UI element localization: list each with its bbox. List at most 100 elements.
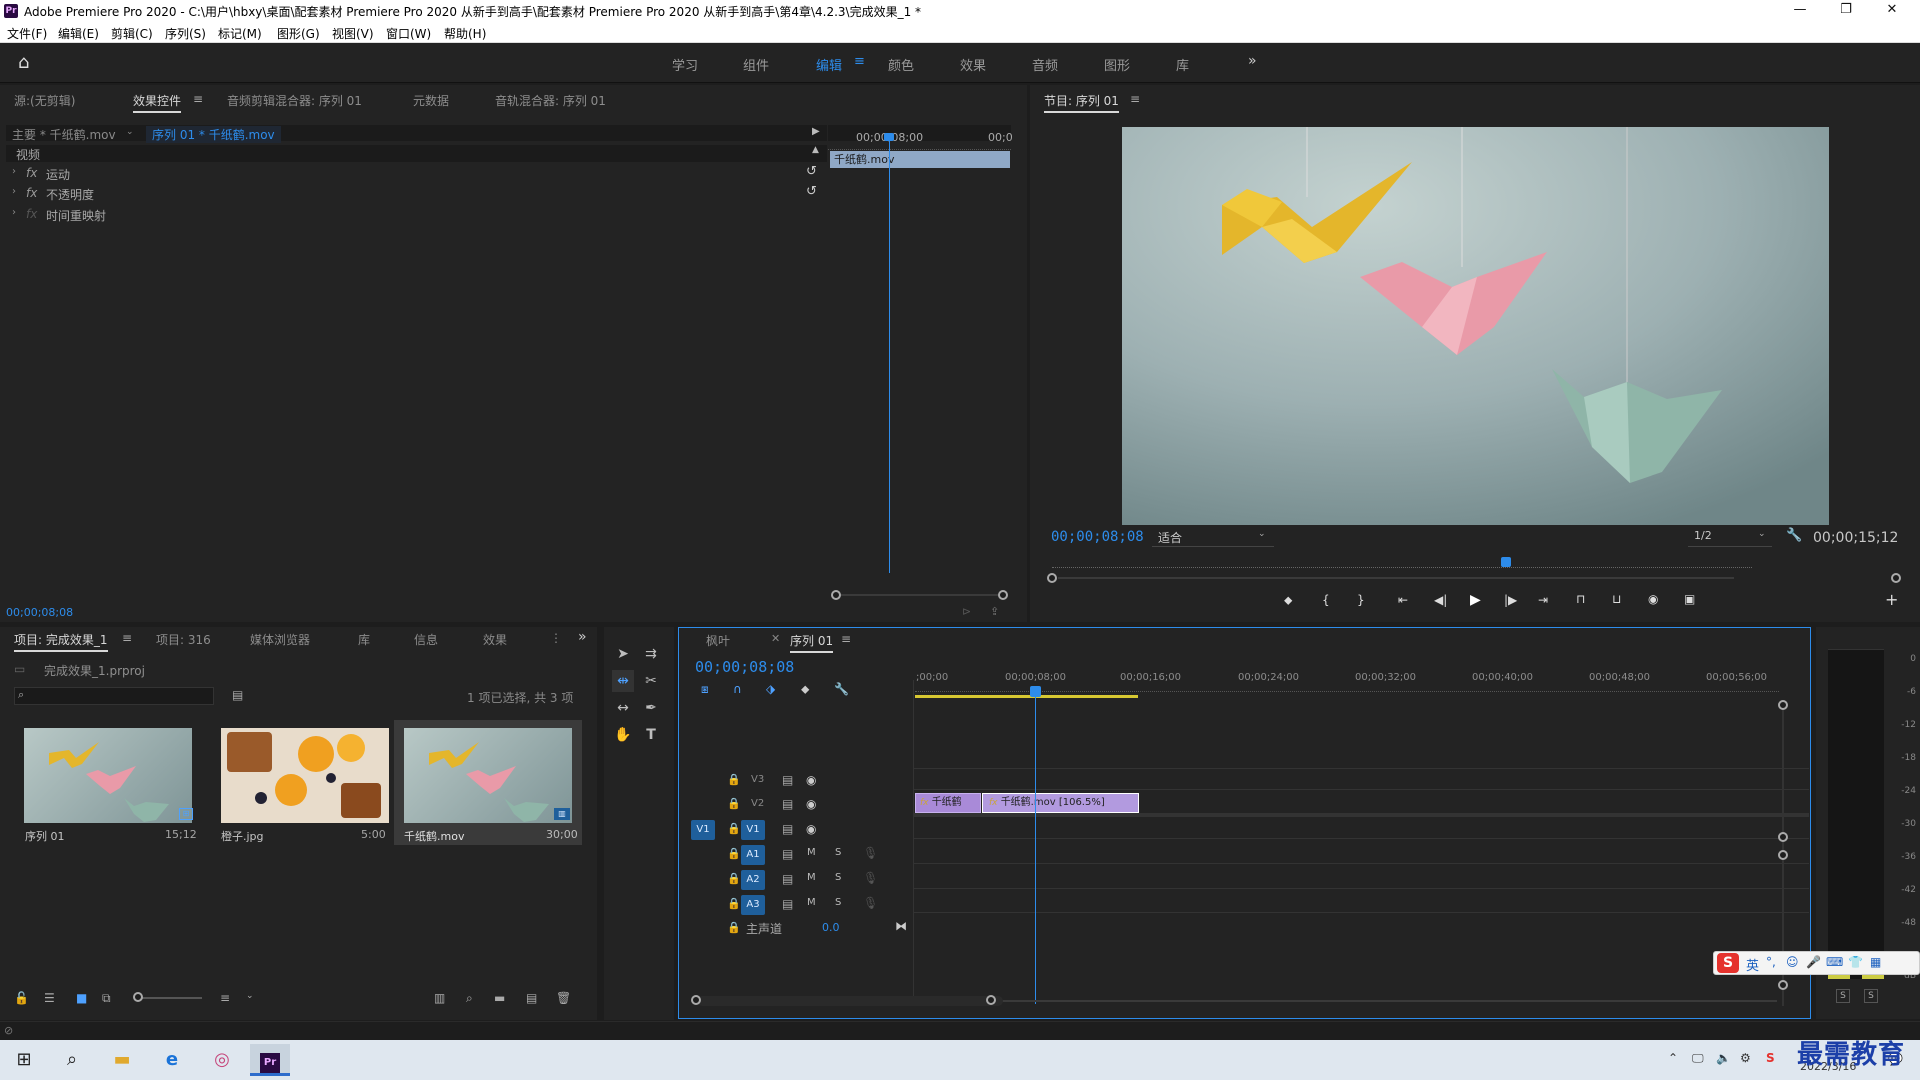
menu-window[interactable]: 窗口(W)	[386, 25, 431, 42]
audio-vscroll-bottom[interactable]	[1778, 980, 1788, 990]
timeline-marker-icon[interactable]: ⬥	[801, 682, 809, 697]
menu-edit[interactable]: 编辑(E)	[58, 25, 99, 42]
workspace-color[interactable]: 颜色	[888, 55, 914, 74]
ime-voice-icon[interactable]: 🎤	[1806, 955, 1821, 969]
add-marker-icon[interactable]: ⬥	[1284, 593, 1292, 608]
a2-mute-button[interactable]: M	[807, 872, 816, 883]
tab-timeline-sequence[interactable]: 序列 01	[790, 632, 834, 653]
restore-icon[interactable]: ❐	[1836, 1, 1856, 19]
reset-motion-icon[interactable]: ↺	[806, 164, 817, 179]
a3-mute-button[interactable]: M	[807, 897, 816, 908]
ime-skin-icon[interactable]: 👕	[1848, 955, 1863, 969]
track-v1-target[interactable]: V1	[741, 820, 765, 840]
a3-solo-button[interactable]: S	[835, 897, 841, 908]
a3-sync-icon[interactable]: ▤	[782, 897, 793, 911]
program-playhead-timecode[interactable]: 00;00;08;08	[1051, 529, 1144, 545]
program-video-frame[interactable]	[1122, 127, 1829, 525]
tab-audio-track-mixer[interactable]: 音轨混合器: 序列 01	[495, 92, 606, 109]
freeform-view-icon[interactable]: ⧉	[102, 991, 111, 1006]
a1-mute-button[interactable]: M	[807, 847, 816, 858]
home-icon[interactable]: ⌂	[18, 53, 38, 73]
program-menu-icon[interactable]: ≡	[1130, 92, 1140, 106]
meter-solo-left[interactable]: S	[1836, 989, 1850, 1003]
tab-audio-clip-mixer[interactable]: 音频剪辑混合器: 序列 01	[227, 92, 362, 109]
razor-tool-icon[interactable]: ✂	[640, 670, 662, 692]
pen-tool-icon[interactable]: ✒	[640, 697, 662, 719]
clip-crane-1[interactable]: fx 千纸鹤	[915, 793, 981, 813]
slip-tool-icon[interactable]: ↔	[612, 697, 634, 719]
timeline-hscroll-right[interactable]	[986, 995, 996, 1005]
ec-zoom-left-handle[interactable]	[831, 590, 841, 600]
workspace-learn[interactable]: 学习	[672, 55, 698, 74]
fit-dropdown[interactable]: 适合 ⌄	[1152, 529, 1274, 547]
play-icon[interactable]: ▶	[1470, 592, 1481, 608]
effect-time-remap[interactable]: 时间重映射	[46, 207, 106, 224]
chevron-down-icon[interactable]: ⌄	[126, 127, 134, 137]
a2-sync-icon[interactable]: ▤	[782, 872, 793, 886]
workspace-effects[interactable]: 效果	[960, 55, 986, 74]
ime-punct-icon[interactable]: °,	[1766, 955, 1776, 969]
program-zoom-right-handle[interactable]	[1891, 573, 1901, 583]
ripple-edit-tool-icon[interactable]: ⇹	[612, 670, 634, 692]
timeline-hscroll-left[interactable]	[691, 995, 701, 1005]
ime-keyboard-icon[interactable]: ⌨	[1826, 955, 1843, 969]
ec-timecode[interactable]: 00;00;08;08	[6, 606, 73, 619]
tab-timeline-maple[interactable]: 枫叶	[706, 632, 730, 649]
menu-sequence[interactable]: 序列(S)	[165, 25, 206, 42]
expand-opacity-icon[interactable]: ›	[12, 186, 16, 197]
close-icon[interactable]: ✕	[1882, 1, 1902, 19]
export-frame-icon[interactable]: ◉	[1648, 592, 1658, 606]
tab-effect-controls[interactable]: 效果控件	[133, 92, 182, 113]
workspace-editing[interactable]: 编辑	[816, 55, 842, 74]
a1-solo-button[interactable]: S	[835, 847, 841, 858]
ime-emoji-icon[interactable]: ☺	[1786, 955, 1799, 969]
step-back-icon[interactable]: ◀|	[1434, 593, 1447, 607]
settings-wrench-icon[interactable]: 🔧	[1786, 528, 1802, 543]
file-explorer-icon[interactable]: ▬	[102, 1044, 142, 1076]
minimize-icon[interactable]: —	[1790, 1, 1810, 19]
program-monitor-title[interactable]: 节目: 序列 01	[1044, 92, 1119, 113]
v2-eye-icon[interactable]: ◉	[806, 797, 816, 811]
more-workspaces-icon[interactable]: »	[1248, 53, 1257, 69]
video-vscroll-bottom[interactable]	[1778, 832, 1788, 842]
network-icon[interactable]: 🖵	[1692, 1051, 1704, 1066]
step-forward-icon[interactable]: |▶	[1504, 593, 1517, 607]
meter-solo-right[interactable]: S	[1864, 989, 1878, 1003]
source-patch-v1[interactable]: V1	[691, 820, 715, 840]
tab-project-complete[interactable]: 项目: 完成效果_1	[14, 631, 108, 652]
comparison-view-icon[interactable]: ▣	[1684, 592, 1695, 606]
tab-source[interactable]: 源:(无剪辑)	[14, 92, 75, 109]
v3-sync-icon[interactable]: ▤	[782, 773, 793, 787]
lift-icon[interactable]: ⊓	[1576, 592, 1585, 606]
type-tool-icon[interactable]: T	[640, 724, 662, 746]
program-ruler[interactable]	[1052, 560, 1752, 568]
a1-sync-icon[interactable]: ▤	[782, 847, 793, 861]
timeline-playhead-handle[interactable]	[1030, 686, 1041, 697]
v1-eye-icon[interactable]: ◉	[806, 822, 816, 836]
snap-icon[interactable]: ∩	[733, 682, 742, 696]
sort-icon[interactable]: ≡	[220, 991, 230, 1005]
icon-view-icon[interactable]: ■	[76, 991, 87, 1005]
menu-view[interactable]: 视图(V)	[332, 25, 374, 42]
trash-icon[interactable]: 🗑	[556, 991, 571, 1005]
edge-icon[interactable]: e	[152, 1044, 192, 1076]
tab-media-browser[interactable]: 媒体浏览器	[250, 631, 310, 648]
project-search-input[interactable]: ⌕	[14, 687, 214, 705]
taskbar-search-icon[interactable]: ⌕	[52, 1044, 92, 1076]
timeline-hscroll-thumb[interactable]	[697, 996, 1003, 1006]
menu-help[interactable]: 帮助(H)	[444, 25, 486, 42]
menu-clip[interactable]: 剪辑(C)	[111, 25, 153, 42]
fx-opacity-icon[interactable]: fx	[26, 186, 37, 200]
ec-filter-icon[interactable]: ⊳	[962, 605, 971, 618]
ec-zoom-right-handle[interactable]	[998, 590, 1008, 600]
program-zoom-left-handle[interactable]	[1047, 573, 1057, 583]
a3-lock-icon[interactable]: 🔒	[727, 897, 741, 910]
workspace-graphics[interactable]: 图形	[1104, 55, 1130, 74]
tab-metadata[interactable]: 元数据	[413, 92, 449, 109]
list-view-icon[interactable]: ☰	[44, 991, 55, 1005]
workspace-libraries[interactable]: 库	[1176, 55, 1189, 74]
menu-file[interactable]: 文件(F)	[7, 25, 47, 42]
project-item-orange[interactable]: 橙子.jpg 5:00	[207, 720, 389, 845]
panel-menu-icon[interactable]: ≡	[193, 92, 203, 106]
a2-mic-icon[interactable]: 🎙	[863, 871, 878, 885]
